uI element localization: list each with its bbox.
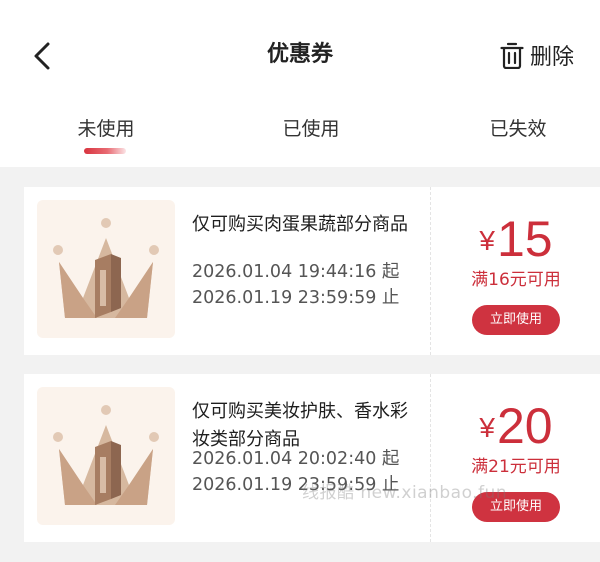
coupon-validity: 2026.01.04 20:02:40 起 2026.01.19 23:59:5… bbox=[192, 446, 432, 498]
trash-icon bbox=[500, 42, 524, 69]
tab-bar: 未使用 已使用 已失效 bbox=[0, 112, 600, 152]
crown-icon bbox=[53, 218, 159, 318]
delete-button[interactable]: 删除 bbox=[500, 38, 574, 72]
coupon-card[interactable]: 仅可购买肉蛋果蔬部分商品 2026.01.04 19:44:16 起 2026.… bbox=[24, 187, 600, 355]
tab-used[interactable]: 已使用 bbox=[241, 112, 381, 146]
coupon-thumbnail bbox=[37, 200, 175, 338]
coupon-validity: 2026.01.04 19:44:16 起 2026.01.19 23:59:5… bbox=[192, 259, 432, 311]
currency-symbol: ¥ bbox=[479, 225, 495, 256]
coupon-thumbnail bbox=[37, 387, 175, 525]
coupon-start-time: 2026.01.04 20:02:40 起 bbox=[192, 449, 400, 469]
coupon-start-time: 2026.01.04 19:44:16 起 bbox=[192, 262, 400, 282]
coupon-amount: ¥20 bbox=[432, 398, 600, 454]
top-bar: 优惠券 删除 未使用 已使用 已失效 bbox=[0, 0, 600, 167]
amount-value: 20 bbox=[496, 398, 553, 454]
coupon-value-panel: ¥15 满16元可用 立即使用 bbox=[432, 187, 600, 355]
active-tab-indicator bbox=[84, 148, 126, 154]
tab-expired[interactable]: 已失效 bbox=[448, 112, 588, 146]
use-now-button[interactable]: 立即使用 bbox=[472, 305, 560, 335]
currency-symbol: ¥ bbox=[479, 412, 495, 443]
coupon-card[interactable]: 仅可购买美妆护肤、香水彩妆类部分商品 2026.01.04 20:02:40 起… bbox=[24, 374, 600, 542]
coupon-value-panel: ¥20 满21元可用 立即使用 bbox=[432, 374, 600, 542]
coupon-condition: 满16元可用 bbox=[471, 270, 561, 290]
coupon-end-time: 2026.01.19 23:59:59 止 bbox=[192, 288, 400, 308]
coupon-amount: ¥15 bbox=[432, 211, 600, 267]
use-now-button[interactable]: 立即使用 bbox=[472, 492, 560, 522]
dashed-divider bbox=[430, 374, 431, 542]
delete-label: 删除 bbox=[529, 45, 574, 70]
dashed-divider bbox=[430, 187, 431, 355]
tab-unused[interactable]: 未使用 bbox=[36, 112, 176, 146]
amount-value: 15 bbox=[496, 211, 553, 267]
coupon-condition: 满21元可用 bbox=[471, 457, 561, 477]
crown-icon bbox=[53, 405, 159, 505]
coupon-description: 仅可购买肉蛋果蔬部分商品 bbox=[192, 214, 408, 235]
coupon-end-time: 2026.01.19 23:59:59 止 bbox=[192, 475, 400, 495]
